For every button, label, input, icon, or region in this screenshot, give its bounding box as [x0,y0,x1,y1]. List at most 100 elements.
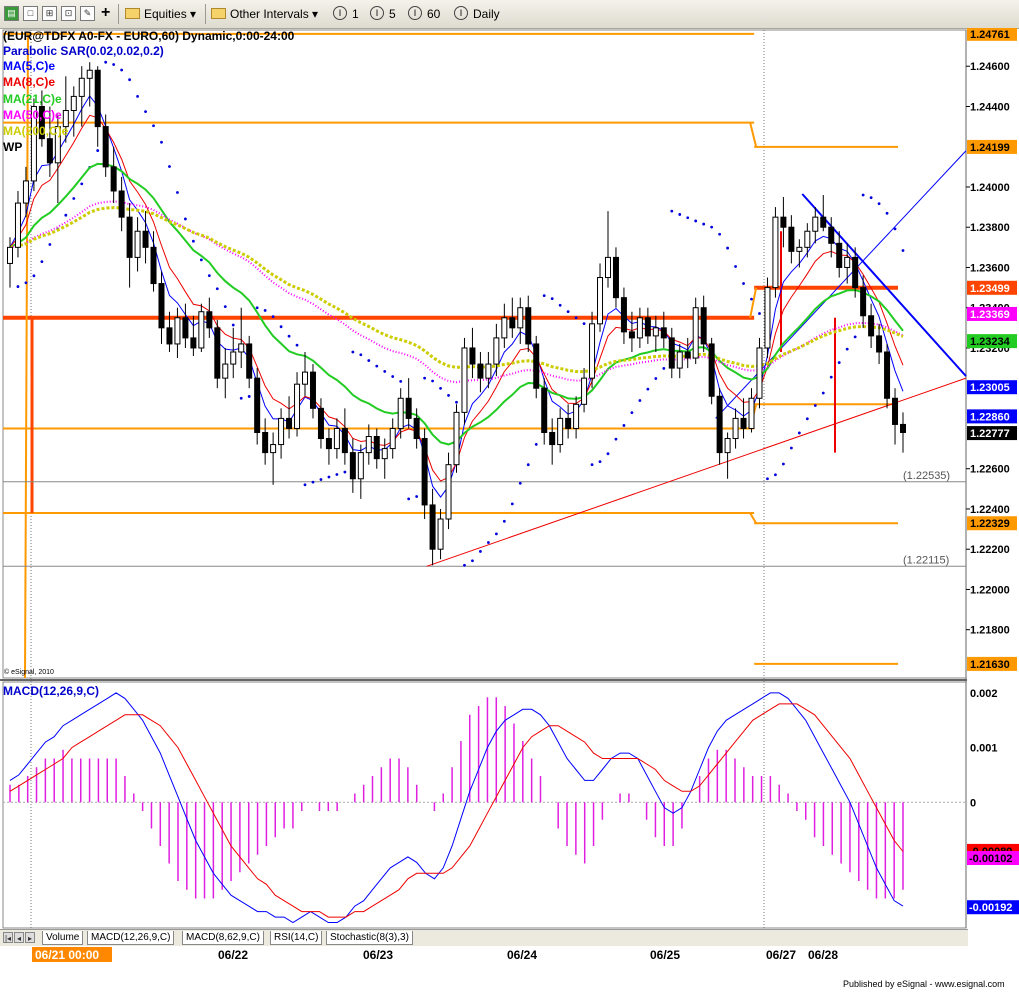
first-icon[interactable]: |◂ [3,932,13,943]
sar-dot [375,364,379,368]
sar-dot [191,239,195,243]
interval-daily-button[interactable]: Daily [473,7,500,21]
candle-body [286,417,293,429]
sar-dot [455,400,458,404]
other-intervals-menu[interactable]: Other Intervals ▾ [230,7,318,21]
sar-dot [646,387,650,391]
sar-dot [805,417,809,421]
sar-dot [335,473,339,476]
candle-body [549,431,556,446]
candle-body [724,438,731,454]
sar-dot [207,274,211,277]
sar-dot [327,475,331,479]
sar-dot [542,294,546,298]
candle-body [397,397,404,429]
equities-menu[interactable]: Equities ▾ [144,7,196,21]
page-icon[interactable]: ⊡ [61,6,76,21]
ma5-label: MA(5,C)e [3,59,55,73]
interval-icon: I [408,6,422,20]
tab-stochastic[interactable]: Stochastic(8(3),3) [326,931,413,945]
link-window-icon[interactable]: ⊞ [42,6,57,21]
prev-icon[interactable]: ◂ [14,932,24,943]
price-chart[interactable]: (1.22535) (1.22115) 1.24600 1.24400 1.24000… [0,28,1019,993]
tab-macd-12-26[interactable]: MACD(12,26,9,C) [87,931,175,945]
properties-icon[interactable]: ✎ [80,6,95,21]
candle-body [126,216,133,258]
sar-dot [614,437,618,441]
candle-body [676,351,683,369]
tab-macd-8-62[interactable]: MACD(8,62,9,C) [182,931,264,945]
date-label: 06/27 [766,948,796,962]
sar-dot [311,480,315,484]
y-tick-label: 1.23800 [970,222,1010,234]
macd-tick-label: 0.002 [970,688,998,700]
other-intervals-folder-icon [211,8,226,19]
sar-dot [199,258,203,262]
candle-body [150,246,157,285]
equities-folder-icon [125,8,140,19]
sar-dot [821,391,825,395]
sar-dot [255,306,259,310]
sar-dot [136,94,139,98]
sar-dot [16,285,20,288]
chart-icon[interactable]: ▤ [4,6,19,21]
sar-dot [885,211,889,215]
ma50-label: MA(50,C)e [3,108,62,122]
sar-dot [630,411,634,415]
candle-body [317,407,324,440]
interval-icon: I [333,6,347,20]
sar-dot [622,424,626,427]
sar-dot [72,197,76,200]
candle-body [174,317,181,345]
y-tick-label: 1.24000 [970,182,1010,194]
interval-60-button[interactable]: 60 [427,7,440,21]
macd-tick-label: 0 [970,797,976,809]
new-window-icon[interactable]: □ [23,6,38,21]
interval-1-button[interactable]: 1 [352,7,359,21]
tab-volume[interactable]: Volume [42,931,84,945]
sar-dot [391,375,395,378]
sar-dot [877,202,881,206]
candle-body [828,226,835,244]
candle-body [732,417,739,440]
tab-rsi[interactable]: RSI(14,C) [270,931,323,945]
date-label: 06/22 [218,948,248,962]
sar-dot [423,376,427,380]
next-icon[interactable]: ▸ [25,932,35,943]
candle-body [796,246,803,252]
candle-body [660,327,667,339]
toolbar: ▤ □ ⊞ ⊡ ✎ + Equities ▾ Other Intervals ▾… [0,0,1019,29]
price-box-label: 1.22777 [970,428,1010,440]
candle-body [900,423,906,433]
candle-body [788,226,795,252]
level-annotation: (1.22115) [903,554,949,566]
candle-body [581,377,588,405]
macd-value-label: -0.00102 [969,853,1012,865]
sar-dot [662,367,666,370]
price-pane-frame [2,29,967,679]
sar-dot [686,216,690,220]
candle-body [302,371,309,385]
sar-dot [383,370,387,373]
sar-dot [558,303,562,307]
candle-body [325,438,332,450]
crosshair-icon[interactable]: + [101,4,110,22]
candle-body [804,230,811,248]
candle-body [405,397,412,419]
date-label: 06/23 [363,948,393,962]
sar-dot [407,497,411,501]
sar-dot [510,502,514,506]
sar-dot [471,559,474,563]
candle-body [469,347,476,365]
candle-body [868,315,875,337]
candle-body [461,347,468,413]
candle-body [589,323,596,379]
sar-dot [279,325,283,329]
sar-dot [702,222,706,226]
candle-body [413,417,420,440]
y-tick-label: 1.22200 [970,544,1010,556]
sar-dot [263,309,267,312]
sar-dot [829,375,833,379]
interval-5-button[interactable]: 5 [389,7,396,21]
sar-dot [463,563,466,567]
